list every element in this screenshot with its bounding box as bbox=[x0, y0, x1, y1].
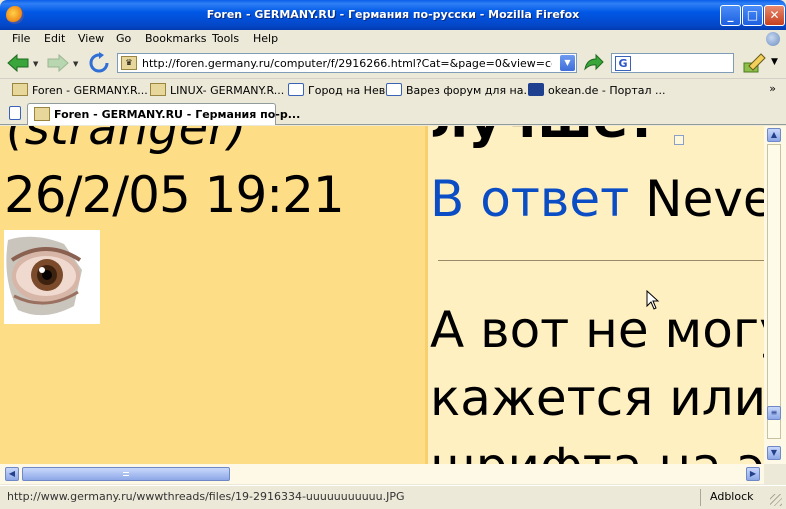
status-text: http://www.germany.ru/wwwthreads/files/1… bbox=[7, 490, 405, 503]
page-icon bbox=[288, 83, 304, 96]
post-icon bbox=[674, 135, 684, 145]
status-separator bbox=[700, 489, 701, 506]
edit-pencil-icon[interactable] bbox=[741, 52, 767, 74]
post-body-column: лучше? В ответ Neve А вот не могу кажетс… bbox=[428, 126, 764, 464]
forward-history-dropdown-icon[interactable]: ▼ bbox=[73, 60, 78, 68]
horizontal-scroll-thumb[interactable] bbox=[22, 467, 230, 481]
post-body-line: кажется или bbox=[430, 369, 764, 427]
menu-view[interactable]: View bbox=[78, 32, 104, 45]
scroll-left-icon[interactable]: ◀ bbox=[5, 467, 19, 481]
menu-help[interactable]: Help bbox=[253, 32, 278, 45]
new-tab-icon[interactable] bbox=[9, 106, 21, 120]
status-bar: http://www.germany.ru/wwwthreads/files/1… bbox=[0, 485, 786, 509]
okean-icon bbox=[528, 83, 544, 96]
bookmarks-overflow-button[interactable]: » bbox=[769, 82, 776, 95]
menu-edit[interactable]: Edit bbox=[44, 32, 65, 45]
back-arrow-icon[interactable] bbox=[6, 53, 30, 73]
site-favicon-icon: ♛ bbox=[121, 56, 137, 70]
go-arrow-icon[interactable] bbox=[582, 53, 604, 73]
author-status: (stranger) bbox=[6, 126, 247, 156]
menu-go[interactable]: Go bbox=[116, 32, 131, 45]
bookmark-item[interactable]: Foren - GERMANY.R... bbox=[12, 83, 148, 97]
scrollbar-corner bbox=[764, 464, 786, 484]
crown-icon bbox=[150, 83, 166, 96]
back-history-dropdown-icon[interactable]: ▼ bbox=[33, 60, 38, 68]
reply-to-user[interactable]: Neve bbox=[629, 170, 764, 228]
tab-active[interactable]: Foren - GERMANY.RU - Германия по-р... bbox=[27, 103, 300, 125]
tab-label: Foren - GERMANY.RU - Германия по-р... bbox=[54, 108, 301, 121]
maximize-button[interactable]: □ bbox=[742, 5, 763, 26]
horizontal-scrollbar[interactable]: ◀ ▶ bbox=[0, 464, 786, 484]
minimize-button[interactable]: _ bbox=[720, 5, 741, 26]
url-input[interactable]: http://foren.germany.ru/computer/f/29162… bbox=[142, 57, 552, 70]
url-dropdown-icon[interactable]: ▼ bbox=[560, 55, 575, 71]
scroll-down-icon[interactable]: ▼ bbox=[767, 446, 781, 460]
reply-line: В ответ Neve bbox=[430, 170, 764, 228]
google-search-engine-icon[interactable]: G bbox=[615, 56, 631, 71]
scroll-right-icon[interactable]: ▶ bbox=[746, 467, 760, 481]
bookmark-item[interactable]: Город на Неве bbox=[288, 83, 392, 97]
reload-icon[interactable] bbox=[88, 52, 110, 74]
post-body: А вот не могу кажется или шрифта на э bbox=[430, 296, 764, 464]
vertical-scrollbar[interactable]: ▲ ≡ ▼ bbox=[764, 126, 786, 464]
resize-grip-icon[interactable] bbox=[770, 494, 782, 506]
tab-strip: Foren - GERMANY.RU - Германия по-р... bbox=[0, 101, 786, 125]
mouse-cursor-icon bbox=[646, 290, 660, 310]
post-body-line: А вот не могу bbox=[430, 301, 764, 359]
vertical-scroll-thumb[interactable] bbox=[767, 144, 781, 439]
divider bbox=[438, 260, 764, 261]
menu-tools[interactable]: Tools bbox=[212, 32, 239, 45]
post-author-column: (stranger) 26/2/05 19:21 bbox=[0, 126, 425, 464]
throbber-icon bbox=[766, 32, 780, 46]
post-subject: лучше? bbox=[430, 126, 658, 150]
bookmarks-toolbar: Foren - GERMANY.R... LINUX- GERMANY.R...… bbox=[0, 80, 786, 100]
menu-bar: File Edit View Go Bookmarks Tools Help bbox=[0, 30, 786, 47]
avatar[interactable] bbox=[4, 230, 100, 324]
title-bar: Foren - GERMANY.RU - Германия по-русски … bbox=[0, 0, 786, 30]
scroll-up-icon[interactable]: ▲ bbox=[767, 128, 781, 142]
crown-icon bbox=[12, 83, 28, 96]
reply-link[interactable]: В ответ bbox=[430, 170, 629, 228]
window-title: Foren - GERMANY.RU - Германия по-русски … bbox=[206, 8, 580, 21]
bookmark-item[interactable]: Варез форум для на... bbox=[386, 83, 534, 97]
post-datetime: 26/2/05 19:21 bbox=[4, 166, 345, 224]
eye-avatar-icon bbox=[4, 230, 100, 324]
search-box[interactable]: G bbox=[611, 53, 734, 73]
vertical-scroll-grip-icon[interactable]: ≡ bbox=[767, 406, 781, 420]
bookmark-item[interactable]: LINUX- GERMANY.R... bbox=[150, 83, 284, 97]
forward-arrow-icon[interactable] bbox=[46, 53, 70, 73]
page-icon bbox=[386, 83, 402, 96]
crown-icon bbox=[34, 107, 50, 121]
menu-bookmarks[interactable]: Bookmarks bbox=[145, 32, 206, 45]
post-body-line: шрифта на э bbox=[430, 432, 764, 464]
adblock-button[interactable]: Adblock bbox=[710, 490, 754, 503]
bookmark-item[interactable]: okean.de - Портал ... bbox=[528, 83, 666, 97]
navigation-toolbar: ▼ ▼ ♛ http://foren.germany.ru/computer/f… bbox=[0, 47, 786, 79]
url-bar[interactable]: ♛ http://foren.germany.ru/computer/f/291… bbox=[117, 53, 577, 73]
menu-file[interactable]: File bbox=[12, 32, 30, 45]
close-button[interactable]: ✕ bbox=[764, 5, 785, 26]
toolbar-overflow-icon[interactable]: ▼ bbox=[771, 57, 778, 67]
